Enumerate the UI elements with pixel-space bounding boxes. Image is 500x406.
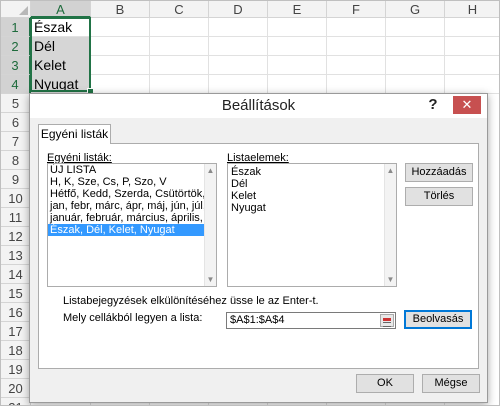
tab-panel: Egyéni listák: ÚJ LISTA H, K, Sze, Cs, P… <box>38 143 479 369</box>
row-header-14[interactable]: 14 <box>1 265 31 284</box>
row-header-1[interactable]: 1 <box>1 18 31 37</box>
delete-button[interactable]: Törlés <box>405 187 473 206</box>
cell-a2[interactable]: Dél <box>31 37 90 56</box>
row-header-16[interactable]: 16 <box>1 303 31 322</box>
cancel-button[interactable]: Mégse <box>422 374 480 393</box>
tab-custom-lists[interactable]: Egyéni listák <box>38 124 111 144</box>
row-header-4[interactable]: 4 <box>1 75 31 94</box>
row-header-6[interactable]: 6 <box>1 113 31 132</box>
collapse-dialog-icon[interactable] <box>380 314 394 327</box>
column-header-g[interactable]: G <box>386 1 445 18</box>
row-header-18[interactable]: 18 <box>1 341 31 360</box>
column-header-c[interactable]: C <box>150 1 209 18</box>
column-header-f[interactable]: F <box>327 1 386 18</box>
scrollbar[interactable]: ▲ ▼ <box>204 164 216 286</box>
options-dialog: Beállítások ? ✕ Egyéni listák Egyéni lis… <box>29 93 488 403</box>
row-header-21[interactable]: 21 <box>1 398 31 405</box>
cell-a3[interactable]: Kelet <box>31 56 90 75</box>
list-item[interactable]: Hétfő, Kedd, Szerda, Csütörtök, Pénte <box>48 188 216 200</box>
dialog-title: Beállítások <box>221 97 296 114</box>
custom-lists-listbox[interactable]: ÚJ LISTA H, K, Sze, Cs, P, Szo, V Hétfő,… <box>47 163 217 287</box>
row-header-7[interactable]: 7 <box>1 132 31 151</box>
gridline <box>31 55 499 56</box>
row-header-10[interactable]: 10 <box>1 189 31 208</box>
row-header-9[interactable]: 9 <box>1 170 31 189</box>
entry-line: Észak <box>231 166 261 178</box>
hint-text: Listabejegyzések elkülönítéséhez üsse le… <box>63 295 319 307</box>
column-header-a[interactable]: A <box>31 1 91 18</box>
select-all-corner[interactable] <box>1 1 31 18</box>
cell-a1[interactable]: Észak <box>31 18 90 37</box>
excel-window: A B C D E F G H 1 2 3 4 5 6 7 8 9 10 11 … <box>0 0 500 406</box>
row-header-17[interactable]: 17 <box>1 322 31 341</box>
scrollbar[interactable]: ▲ ▼ <box>384 164 396 286</box>
row-header-12[interactable]: 12 <box>1 227 31 246</box>
list-item-selected[interactable]: Észak, Dél, Kelet, Nyugat <box>48 224 208 236</box>
close-button[interactable]: ✕ <box>453 96 481 114</box>
cell-a4[interactable]: Nyugat <box>31 75 90 94</box>
column-header-b[interactable]: B <box>91 1 150 18</box>
row-header-19[interactable]: 19 <box>1 360 31 379</box>
list-item[interactable]: ÚJ LISTA <box>48 164 216 176</box>
list-item[interactable]: január, február, március, április, május <box>48 212 216 224</box>
import-range-input[interactable]: $A$1:$A$4 <box>226 312 396 329</box>
entry-line: Kelet <box>231 190 257 202</box>
gridline <box>31 74 499 75</box>
import-range-label: Mely cellákból legyen a lista: <box>63 312 203 324</box>
ok-button[interactable]: OK <box>356 374 414 393</box>
row-header-3[interactable]: 3 <box>1 56 31 75</box>
scroll-up-icon[interactable]: ▲ <box>205 165 216 176</box>
row-header-15[interactable]: 15 <box>1 284 31 303</box>
column-header-e[interactable]: E <box>268 1 327 18</box>
column-header-h[interactable]: H <box>445 1 499 18</box>
list-item[interactable]: jan, febr, márc, ápr, máj, jún, júl, aug… <box>48 200 216 212</box>
gridline <box>31 36 499 37</box>
import-button[interactable]: Beolvasás <box>404 310 472 329</box>
row-header-20[interactable]: 20 <box>1 379 31 398</box>
row-header-13[interactable]: 13 <box>1 246 31 265</box>
dialog-titlebar[interactable]: Beállítások ? ✕ <box>30 94 487 118</box>
list-item[interactable]: H, K, Sze, Cs, P, Szo, V <box>48 176 216 188</box>
list-entries-textbox[interactable]: Észak Dél Kelet Nyugat ▲ ▼ <box>227 163 397 287</box>
row-header-2[interactable]: 2 <box>1 37 31 56</box>
import-range-value: $A$1:$A$4 <box>230 314 285 326</box>
row-header-11[interactable]: 11 <box>1 208 31 227</box>
scroll-down-icon[interactable]: ▼ <box>205 274 216 285</box>
row-header-8[interactable]: 8 <box>1 151 31 170</box>
column-header-d[interactable]: D <box>209 1 268 18</box>
add-button[interactable]: Hozzáadás <box>405 163 473 182</box>
help-icon[interactable]: ? <box>425 96 441 114</box>
scroll-down-icon[interactable]: ▼ <box>385 274 396 285</box>
scroll-up-icon[interactable]: ▲ <box>385 165 396 176</box>
entry-line: Dél <box>231 178 248 190</box>
entry-line: Nyugat <box>231 202 266 214</box>
row-header-5[interactable]: 5 <box>1 94 31 113</box>
